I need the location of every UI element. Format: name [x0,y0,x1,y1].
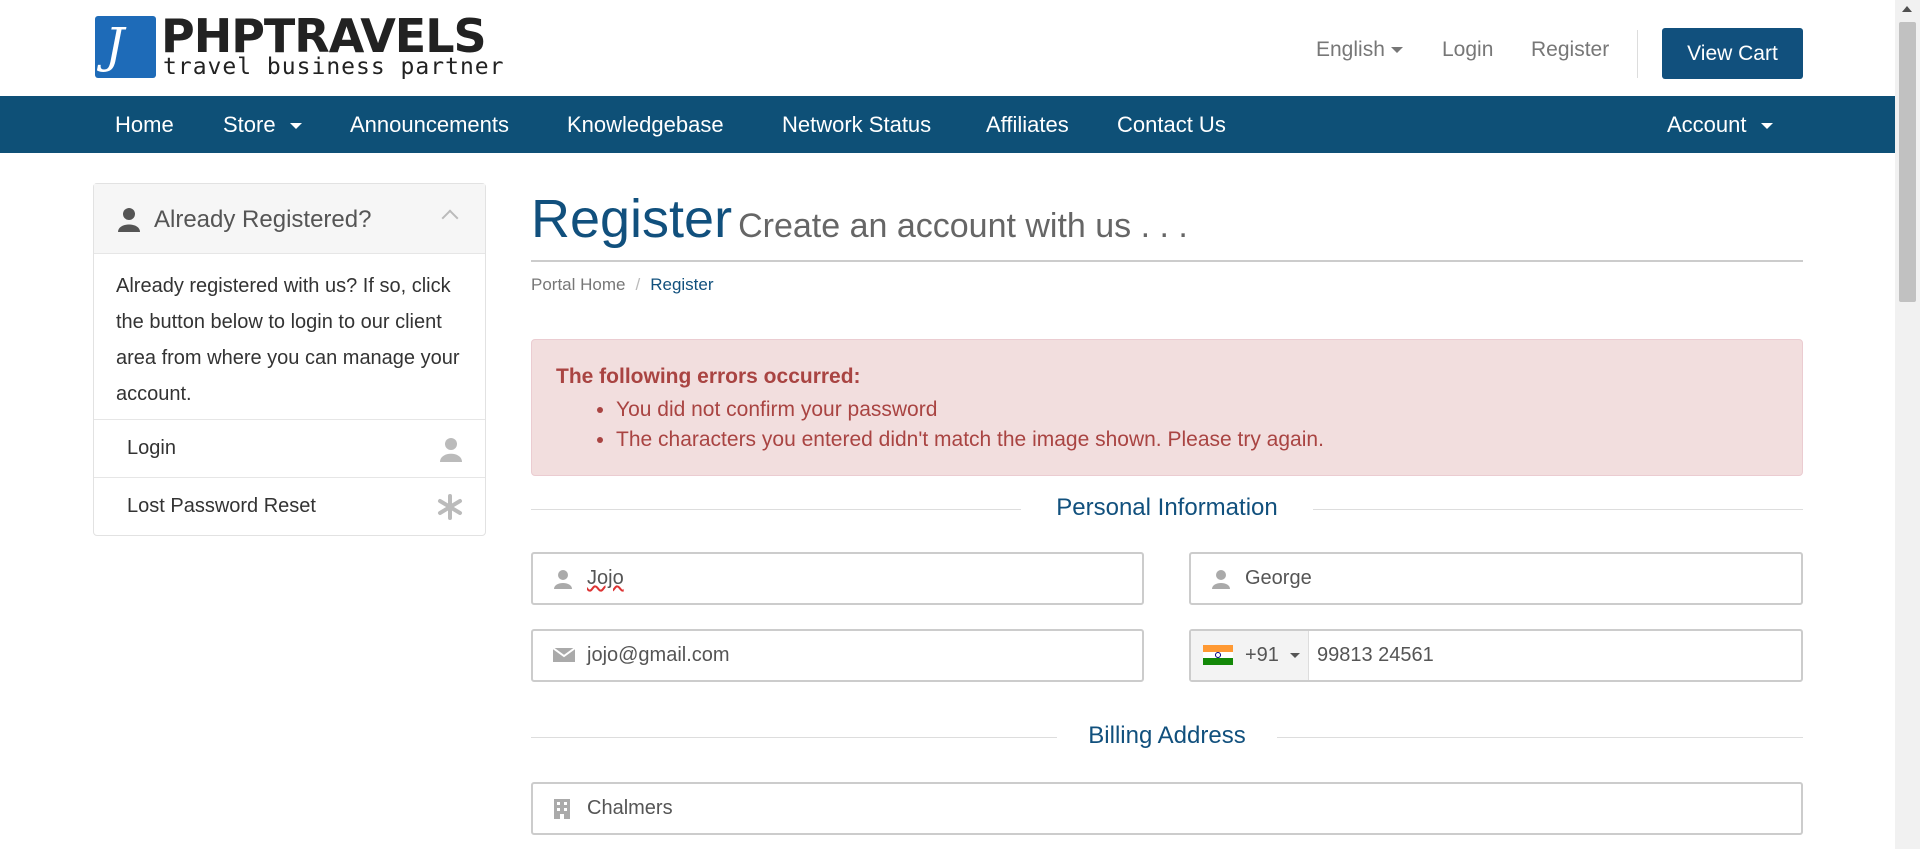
top-register-link[interactable]: Register [1531,38,1609,62]
chevron-up-icon[interactable] [441,209,459,227]
panel-title: Already Registered? [154,206,372,233]
asterisk-icon [437,494,463,524]
nav-home[interactable]: Home [115,96,174,153]
alert-title: The following errors occurred: [556,365,861,388]
country-code-select[interactable]: +91 [1191,631,1309,680]
error-item: You did not confirm your password [616,395,1324,425]
breadcrumb: Portal Home / Register [531,275,714,294]
chevron-down-icon [289,123,302,130]
breadcrumb-current: Register [650,275,714,294]
logo-subtitle: travel business partner [163,54,505,80]
sidebar-login-link[interactable]: Login [94,419,485,477]
sidebar-lost-password-link[interactable]: Lost Password Reset [94,477,485,535]
divider [531,260,1803,262]
breadcrumb-home[interactable]: Portal Home [531,275,625,294]
language-dropdown[interactable]: English [1316,38,1403,62]
user-icon [439,436,463,466]
page-title: Register Create an account with us . . . [531,189,1188,249]
error-list: You did not confirm your password The ch… [616,395,1324,455]
user-icon [116,206,142,236]
phone-input[interactable]: +91 99813 24561 [1189,629,1803,682]
scrollbar[interactable] [1895,0,1920,849]
nav-affiliates[interactable]: Affiliates [986,96,1069,153]
error-item: The characters you entered didn't match … [616,425,1324,455]
already-registered-panel: Already Registered? Already registered w… [93,183,486,536]
page-subtitle: Create an account with us . . . [738,207,1188,245]
scroll-up-icon[interactable] [1902,6,1912,12]
first-name-input[interactable]: Jojo [531,552,1144,605]
logo-mark: J [95,16,156,78]
divider [1637,30,1638,78]
view-cart-button[interactable]: View Cart [1662,28,1803,79]
logo-title: PHPTRAVELS [161,9,487,63]
panel-header[interactable]: Already Registered? [94,184,485,254]
company-name-input[interactable]: Chalmers [531,782,1803,835]
nav-announcements[interactable]: Announcements [350,96,509,153]
envelope-icon [552,646,576,668]
nav-network-status[interactable]: Network Status [782,96,931,153]
header: J PHPTRAVELS travel business partner Eng… [0,0,1895,96]
user-icon [1211,569,1231,593]
section-billing-address: Billing Address [531,722,1803,752]
logo[interactable]: J PHPTRAVELS travel business partner [95,9,504,80]
chevron-down-icon [1290,653,1300,658]
last-name-input[interactable]: George [1189,552,1803,605]
india-flag-icon [1203,645,1233,665]
panel-description: Already registered with us? If so, click… [116,275,460,405]
nav-knowledgebase[interactable]: Knowledgebase [567,96,724,153]
top-login-link[interactable]: Login [1442,38,1493,62]
chevron-down-icon [1390,47,1403,54]
section-personal-information: Personal Information [531,494,1803,524]
chevron-down-icon [1760,123,1773,130]
user-icon [553,569,573,593]
scrollbar-thumb[interactable] [1899,22,1916,302]
nav-store[interactable]: Store [223,96,302,153]
error-alert: The following errors occurred: You did n… [531,339,1803,476]
building-icon [553,799,571,823]
main-nav: Home Store Announcements Knowledgebase N… [0,96,1895,153]
nav-contact-us[interactable]: Contact Us [1117,96,1226,153]
nav-account[interactable]: Account [1667,96,1773,153]
email-input[interactable]: jojo@gmail.com [531,629,1144,682]
